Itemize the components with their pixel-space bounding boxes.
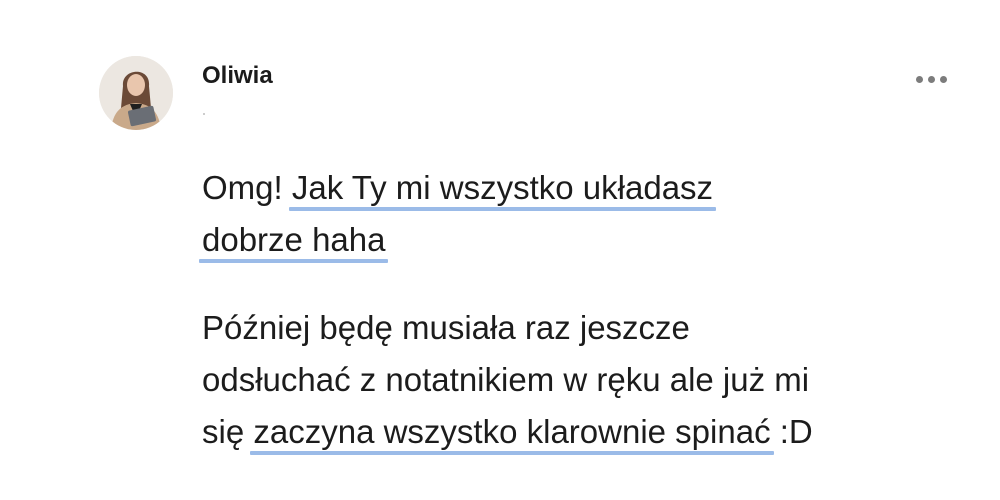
message-line: dobrze haha — [202, 214, 982, 266]
message-line: się zaczyna wszystko klarownie spinać :D — [202, 406, 982, 458]
decorative-dot — [203, 113, 205, 115]
avatar[interactable] — [99, 56, 173, 130]
message-text: się — [202, 413, 254, 450]
more-dots-icon — [915, 75, 923, 83]
user-photo-icon — [99, 56, 173, 130]
more-options-button[interactable] — [905, 68, 957, 90]
message-line: Później będę musiała raz jeszcze — [202, 309, 690, 346]
author-name[interactable]: Oliwia — [202, 62, 273, 90]
message-paragraph-1: Omg! Jak Ty mi wszystko układasz dobrze … — [202, 162, 982, 266]
message-line: Omg! Jak Ty mi wszystko układasz — [202, 162, 982, 214]
more-dots-icon — [939, 75, 947, 83]
more-dots-icon — [927, 75, 935, 83]
highlighted-text: zaczyna wszystko klarownie spinać — [253, 413, 771, 450]
message-text: Omg! — [202, 169, 292, 206]
message-text: :D — [770, 413, 813, 450]
highlighted-text: Jak Ty mi wszystko układasz — [291, 169, 714, 206]
highlighted-text: dobrze haha — [202, 221, 386, 258]
message-paragraph-2: Później będę musiała raz jeszcze odsłuch… — [202, 302, 982, 458]
message-line: odsłuchać z notatnikiem w ręku ale już m… — [202, 361, 810, 398]
